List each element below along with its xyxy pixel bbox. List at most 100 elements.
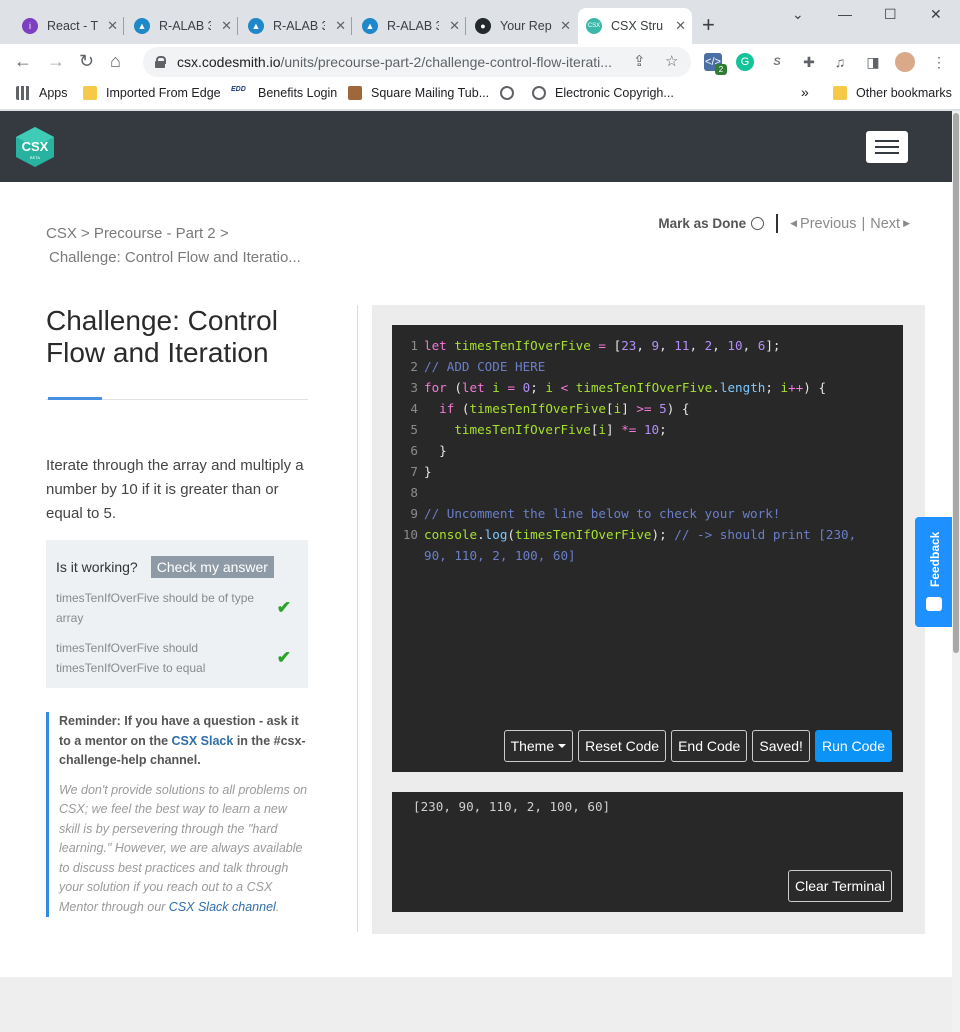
bookmark-imported-from-edge[interactable]: Imported From Edge xyxy=(83,86,221,100)
media-queue-icon[interactable]: ♫ xyxy=(831,53,849,71)
profile-avatar[interactable] xyxy=(895,52,915,72)
extensions-puzzle-icon[interactable]: ✚ xyxy=(800,53,818,71)
breadcrumb-line-2: Challenge: Control Flow and Iteratio... xyxy=(49,249,301,266)
csx-slack-link[interactable]: CSX Slack xyxy=(172,734,234,748)
feedback-tab[interactable]: Feedback xyxy=(915,517,952,627)
code-line: 2// ADD CODE HERE xyxy=(392,356,903,377)
tab-title: CSX Struc xyxy=(611,19,663,33)
close-window-icon[interactable]: ✕ xyxy=(930,6,942,23)
s-extension-icon[interactable]: S xyxy=(768,53,786,71)
url-path: /units/precourse-part-2/challenge-contro… xyxy=(280,54,612,70)
close-icon[interactable]: ✕ xyxy=(107,18,118,34)
folder-icon xyxy=(83,86,97,100)
home-icon[interactable]: ⌂ xyxy=(110,51,121,72)
browser-tab-ralab-2[interactable]: ▲ R-ALAB 3 ✕ xyxy=(240,8,352,44)
csx-slack-channel-link[interactable]: CSX Slack channel xyxy=(169,900,276,914)
check-answer-button[interactable]: Check my answer xyxy=(150,556,274,578)
close-icon[interactable]: ✕ xyxy=(675,18,686,34)
csx-logo[interactable]: CSX BETA xyxy=(15,126,55,168)
menu-dots-icon[interactable]: ⋮ xyxy=(930,53,948,71)
more-bookmarks-icon[interactable]: » xyxy=(801,84,809,100)
bookmark-globe[interactable] xyxy=(500,86,523,100)
hamburger-menu-button[interactable] xyxy=(866,131,908,163)
forward-icon[interactable]: → xyxy=(47,51,65,72)
hamburger-line xyxy=(875,146,899,148)
csx-icon: CSX xyxy=(586,18,602,34)
editor-buttons: Theme Reset Code End Code Saved! Run Cod… xyxy=(503,730,892,762)
reminder-text: Reminder: If you have a question - ask i… xyxy=(59,712,308,771)
previous-link[interactable]: Previous xyxy=(800,216,856,232)
code-editor[interactable]: 1 let timesTenIfOverFive = [23, 9, 11, 2,… xyxy=(392,325,903,772)
mark-as-done-button[interactable]: Mark as Done xyxy=(658,216,765,231)
browser-tab-ralab-1[interactable]: ▲ R-ALAB 3 ✕ xyxy=(126,8,238,44)
grammarly-icon[interactable]: G xyxy=(736,53,754,71)
bookmark-square-mailing[interactable]: Square Mailing Tub... xyxy=(348,86,489,100)
close-icon[interactable]: ✕ xyxy=(335,18,346,34)
caret-left-icon: ◀ xyxy=(790,218,798,228)
browser-tab-ralab-3[interactable]: ▲ R-ALAB 3 ✕ xyxy=(354,8,466,44)
code-line: 6 } xyxy=(392,440,903,461)
caret-down-icon xyxy=(558,744,567,748)
globe-icon xyxy=(500,86,514,100)
maximize-icon[interactable]: ☐ xyxy=(884,6,897,23)
line-number: 9 xyxy=(410,506,418,521)
bookmark-benefits-login[interactable]: EDD Benefits Login xyxy=(231,86,337,100)
reminder-block: Reminder: If you have a question - ask i… xyxy=(46,712,308,917)
react-tab-icon: i xyxy=(22,18,38,34)
other-bookmarks[interactable]: Other bookmarks xyxy=(833,86,952,100)
title-underline xyxy=(46,397,308,400)
reload-icon[interactable]: ↻ xyxy=(79,51,94,72)
edd-icon: EDD xyxy=(231,86,249,100)
tab-title: Your Rep xyxy=(500,19,552,33)
back-icon[interactable]: ← xyxy=(14,51,32,72)
bookmark-label: Other bookmarks xyxy=(856,86,952,100)
svg-text:BETA: BETA xyxy=(30,155,40,160)
close-icon[interactable]: ✕ xyxy=(449,18,460,34)
page-scrollbar[interactable] xyxy=(952,111,960,1032)
end-code-button[interactable]: End Code xyxy=(671,730,748,762)
line-number: 5 xyxy=(410,422,418,437)
bookmark-label: Square Mailing Tub... xyxy=(371,86,490,100)
theme-dropdown[interactable]: Theme xyxy=(503,730,574,762)
tab-title: R-ALAB 3 xyxy=(273,19,325,33)
bookmark-electronic-copyright[interactable]: Electronic Copyrigh... xyxy=(532,86,674,100)
close-icon[interactable]: ✕ xyxy=(560,18,571,34)
browser-tab-react[interactable]: i React - Th ✕ xyxy=(14,8,124,44)
reset-code-button[interactable]: Reset Code xyxy=(578,730,667,762)
page-title: Challenge: Control Flow and Iteration xyxy=(46,305,278,368)
browser-tab-csx[interactable]: CSX CSX Struc ✕ xyxy=(578,8,692,44)
bookmark-apps[interactable]: Apps xyxy=(16,86,68,100)
clear-terminal-button[interactable]: Clear Terminal xyxy=(788,870,892,902)
hamburger-line xyxy=(875,152,899,154)
scrollbar-thumb[interactable] xyxy=(953,113,959,653)
code-content[interactable]: 1 let timesTenIfOverFive = [23, 9, 11, 2,… xyxy=(392,335,903,566)
side-panel-icon[interactable]: ◨ xyxy=(864,53,882,71)
line-number xyxy=(392,545,424,566)
svg-text:CSX: CSX xyxy=(22,139,49,154)
graduation-cap-icon: ▲ xyxy=(134,18,150,34)
minimize-icon[interactable]: — xyxy=(838,6,852,22)
code-line: 10 console.log(timesTenIfOverFive); // ->… xyxy=(392,524,903,545)
tab-search-icon[interactable]: ⌄ xyxy=(792,6,804,23)
challenge-panel: Challenge: Control Flow and Iteration It… xyxy=(46,305,308,917)
bookmark-star-icon[interactable]: ☆ xyxy=(665,52,678,70)
graduation-cap-icon: ▲ xyxy=(248,18,264,34)
terminal: [230, 90, 110, 2, 100, 60] Clear Termina… xyxy=(392,792,903,912)
breadcrumb-line-1[interactable]: CSX > Precourse - Part 2 > xyxy=(46,222,301,246)
address-bar[interactable]: csx.codesmith.io/units/precourse-part-2/… xyxy=(143,47,691,77)
browser-toolbar: ← → ↻ ⌂ csx.codesmith.io/units/precourse… xyxy=(0,44,960,79)
next-link[interactable]: Next xyxy=(870,216,900,232)
run-code-button[interactable]: Run Code xyxy=(814,730,892,762)
share-icon[interactable]: ⇪ xyxy=(633,52,646,70)
close-icon[interactable]: ✕ xyxy=(221,18,232,34)
browser-tab-github[interactable]: ● Your Rep ✕ xyxy=(467,8,577,44)
new-tab-icon[interactable]: + xyxy=(702,12,715,38)
saved-button[interactable]: Saved! xyxy=(752,730,810,762)
extension-badge: 2 xyxy=(715,64,727,75)
line-number: 4 xyxy=(410,401,418,416)
theme-label: Theme xyxy=(510,738,555,754)
line-number: 2 xyxy=(410,359,418,374)
hamburger-line xyxy=(875,140,899,142)
bookmark-label: Benefits Login xyxy=(258,86,338,100)
line-number: 1 xyxy=(410,338,418,353)
